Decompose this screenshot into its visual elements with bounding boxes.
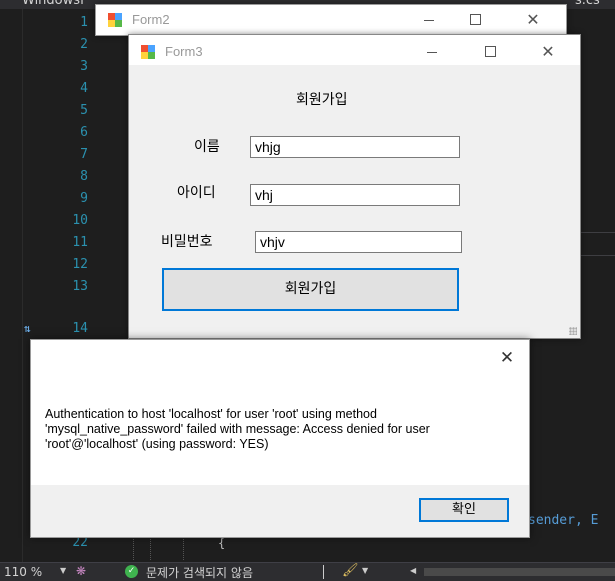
horizontal-scrollbar[interactable] <box>424 568 615 576</box>
line-number: 14 <box>72 321 88 336</box>
close-icon[interactable]: ✕ <box>510 5 556 35</box>
id-label: 아이디 <box>177 185 216 201</box>
line-number: 12 <box>72 257 88 272</box>
password-label: 비밀번호 <box>161 234 213 250</box>
maximize-icon[interactable] <box>467 37 513 67</box>
close-icon[interactable]: ✕ <box>485 340 529 376</box>
error-message: Authentication to host 'localhost' for u… <box>45 407 430 451</box>
check-icon: ✓ <box>125 565 138 578</box>
editor-divider <box>580 232 615 233</box>
password-input[interactable] <box>255 231 462 253</box>
form3-titlebar[interactable]: Form3 ✕ <box>129 35 580 65</box>
line-number: 2 <box>80 37 88 52</box>
vs-title-right: s.cs <box>575 0 600 8</box>
code-cleanup-icon[interactable]: 🖌 <box>342 563 359 578</box>
form2-title: Form2 <box>132 12 170 27</box>
name-label: 이름 <box>194 139 220 155</box>
id-input[interactable] <box>250 184 460 206</box>
zoom-level[interactable]: 110 % <box>4 565 42 579</box>
vs-title-left: Windowsf <box>22 0 85 8</box>
form2-window: Form2 ✕ <box>95 4 567 36</box>
breakpoint-marker-icon[interactable]: ⇅ <box>24 322 31 335</box>
line-number: 3 <box>80 59 88 74</box>
status-bar: 110 % ▼ ❋ ✓ 문제가 검색되지 않음 🖌 ▼ ◀ <box>0 562 615 581</box>
close-icon[interactable]: ✕ <box>525 37 571 67</box>
line-number: 13 <box>72 279 88 294</box>
messagebox-footer: 확인 <box>31 485 529 537</box>
chevron-down-icon[interactable]: ▼ <box>60 566 66 575</box>
editor-divider <box>580 255 615 256</box>
form-app-icon <box>141 45 155 59</box>
code-fragment[interactable]: sender, E <box>528 513 598 528</box>
copilot-icon[interactable]: ❋ <box>76 564 90 578</box>
resize-grip[interactable] <box>569 327 577 335</box>
status-separator <box>323 565 324 579</box>
ok-button[interactable]: 확인 <box>419 498 509 522</box>
minimize-icon[interactable] <box>406 5 452 35</box>
form3-window: Form3 ✕ 회원가입 이름 아이디 비밀번호 회원가입 <box>128 34 581 339</box>
signup-button[interactable]: 회원가입 <box>162 268 459 311</box>
indent-guide <box>183 536 184 560</box>
line-number: 5 <box>80 103 88 118</box>
line-number: 6 <box>80 125 88 140</box>
line-number: 1 <box>80 15 88 30</box>
signup-heading: 회원가입 <box>296 92 348 108</box>
error-messagebox: ✕ Authentication to host 'localhost' for… <box>30 339 530 538</box>
line-number: 8 <box>80 169 88 184</box>
line-number: 4 <box>80 81 88 96</box>
indent-guide <box>133 536 134 560</box>
chevron-down-icon[interactable]: ▼ <box>362 566 368 575</box>
line-number: 9 <box>80 191 88 206</box>
line-number: 7 <box>80 147 88 162</box>
minimize-icon[interactable] <box>409 37 455 67</box>
indent-guide <box>150 536 151 560</box>
maximize-icon[interactable] <box>452 5 498 35</box>
form3-title: Form3 <box>165 44 203 59</box>
form-app-icon <box>108 13 122 27</box>
form2-titlebar[interactable]: Form2 ✕ <box>96 5 566 35</box>
issues-status[interactable]: 문제가 검색되지 않음 <box>146 564 253 581</box>
scroll-left-icon[interactable]: ◀ <box>410 566 416 575</box>
line-number: 10 <box>72 213 88 228</box>
line-number: 11 <box>72 235 88 250</box>
gutter-separator <box>22 9 23 562</box>
name-input[interactable] <box>250 136 460 158</box>
code-brace[interactable]: { <box>218 536 225 550</box>
